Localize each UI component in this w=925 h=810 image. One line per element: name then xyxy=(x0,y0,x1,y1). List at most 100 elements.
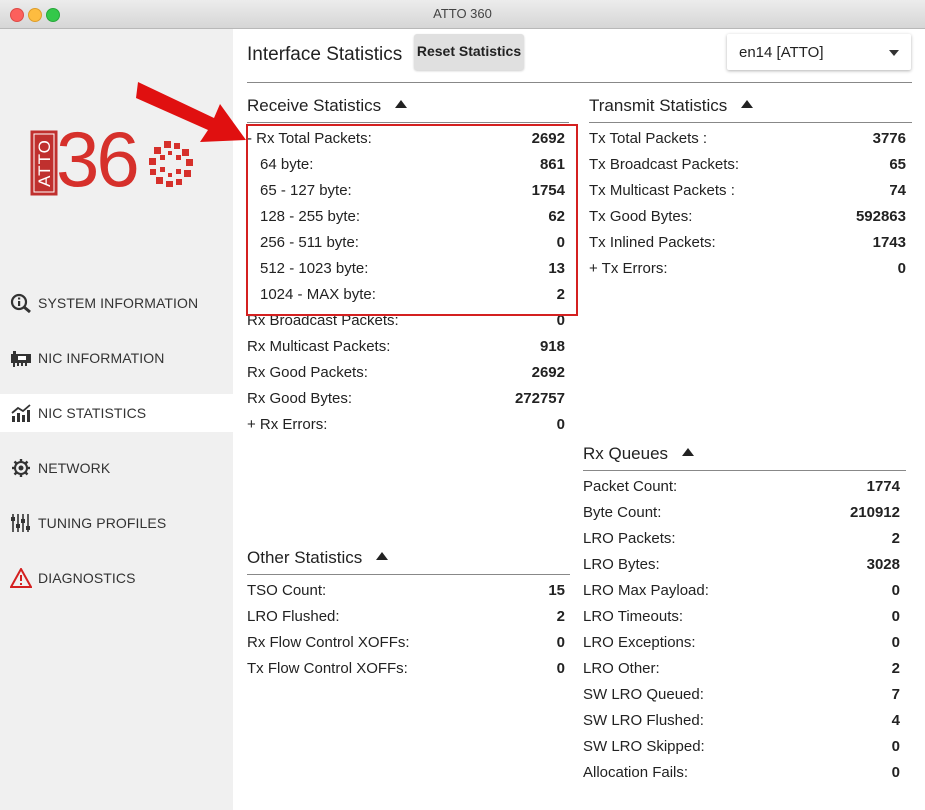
stat-label: Rx Multicast Packets: xyxy=(247,338,391,355)
stat-row: LRO Exceptions: 0 xyxy=(583,630,900,656)
stat-label: SW LRO Queued: xyxy=(583,686,704,703)
stat-label: Tx Good Bytes: xyxy=(589,208,693,225)
stat-value: 65 xyxy=(889,156,906,173)
stat-label: Tx Inlined Packets: xyxy=(589,234,716,251)
rx-queues-divider xyxy=(583,470,906,471)
stat-label: Packet Count: xyxy=(583,478,678,495)
warning-triangle-icon xyxy=(10,568,32,588)
sidebar-item-system-information[interactable]: SYSTEM INFORMATION xyxy=(0,284,233,322)
transmit-divider xyxy=(589,122,912,123)
page-title: Interface Statistics xyxy=(247,44,403,65)
network-card-icon xyxy=(11,351,31,367)
stat-value: 918 xyxy=(539,338,565,355)
stat-value: 0 xyxy=(556,416,565,433)
stat-label[interactable]: + Rx Errors: xyxy=(247,416,327,433)
stat-value: 3028 xyxy=(866,556,900,573)
stat-row: LRO Flushed: 2 xyxy=(247,604,565,630)
stat-value: 3776 xyxy=(872,130,906,147)
sidebar-item-network[interactable]: NETWORK xyxy=(0,449,233,487)
sliders-icon xyxy=(11,514,30,532)
stat-label: LRO Other: xyxy=(583,660,660,677)
sidebar-item-tuning-profiles[interactable]: TUNING PROFILES xyxy=(0,504,233,542)
other-statistics-header[interactable]: Other Statistics xyxy=(247,548,389,568)
stat-label: LRO Bytes: xyxy=(583,556,660,573)
sidebar-item-nic-statistics[interactable]: NIC STATISTICS xyxy=(0,394,233,432)
stat-label: Tx Flow Control XOFFs: xyxy=(247,660,408,677)
sidebar-item-label: TUNING PROFILES xyxy=(38,515,167,531)
stat-row: Tx Good Bytes: 592863 xyxy=(589,204,906,230)
stat-value: 2692 xyxy=(531,364,565,381)
receive-statistics-header[interactable]: Receive Statistics xyxy=(247,96,408,116)
stat-value: 2 xyxy=(891,530,900,547)
section-title: Other Statistics xyxy=(247,548,363,567)
stat-label: TSO Count: xyxy=(247,582,327,599)
stat-row: Tx Multicast Packets : 74 xyxy=(589,178,906,204)
stat-row: + Tx Errors: 0 xyxy=(589,256,906,282)
sidebar-item-nic-information[interactable]: NIC INFORMATION xyxy=(0,339,233,377)
stat-row: SW LRO Queued: 7 xyxy=(583,682,900,708)
stat-value: 0 xyxy=(556,660,565,677)
sidebar-item-label: NIC INFORMATION xyxy=(38,350,165,366)
section-title: Receive Statistics xyxy=(247,96,382,115)
stat-label: SW LRO Flushed: xyxy=(583,712,704,729)
sidebar-item-label: SYSTEM INFORMATION xyxy=(38,295,199,311)
transmit-statistics-header[interactable]: Transmit Statistics xyxy=(589,96,754,116)
stat-label: Tx Broadcast Packets: xyxy=(589,156,740,173)
stat-label: LRO Exceptions: xyxy=(583,634,696,651)
stat-row: SW LRO Skipped: 0 xyxy=(583,734,900,760)
network-gear-icon xyxy=(12,459,30,477)
stat-value: 0 xyxy=(891,582,900,599)
collapse-triangle-icon xyxy=(376,552,389,560)
statistics-chart-icon xyxy=(11,404,31,422)
stat-value: 0 xyxy=(556,634,565,651)
sidebar-item-label: NETWORK xyxy=(38,460,111,476)
section-title: Transmit Statistics xyxy=(589,96,728,115)
stat-value: 4 xyxy=(891,712,900,729)
other-divider xyxy=(247,574,570,575)
stat-value: 15 xyxy=(548,582,565,599)
stat-row: Tx Total Packets : 3776 xyxy=(589,126,906,152)
stat-value: 0 xyxy=(891,634,900,651)
reset-statistics-button[interactable]: Reset Statistics xyxy=(414,34,524,70)
stat-row: Tx Broadcast Packets: 65 xyxy=(589,152,906,178)
stat-row: Rx Good Bytes: 272757 xyxy=(247,386,565,412)
stat-value: 2 xyxy=(891,660,900,677)
info-magnifier-icon xyxy=(10,293,31,313)
stat-row: + Rx Errors: 0 xyxy=(247,412,565,438)
stat-value: 1774 xyxy=(866,478,900,495)
window-title: ATTO 360 xyxy=(433,6,492,21)
collapse-triangle-icon xyxy=(741,100,754,108)
chevron-down-icon xyxy=(889,50,899,56)
stat-label: Rx Good Bytes: xyxy=(247,390,353,407)
stat-row: Rx Good Packets: 2692 xyxy=(247,360,565,386)
stat-value: 0 xyxy=(891,738,900,755)
header-divider xyxy=(247,82,912,83)
stat-row: Rx Multicast Packets: 918 xyxy=(247,334,565,360)
stat-row: Tx Flow Control XOFFs: 0 xyxy=(247,656,565,682)
stat-label: Rx Flow Control XOFFs: xyxy=(247,634,410,651)
logo-number: 36 xyxy=(56,115,140,203)
stat-label: LRO Timeouts: xyxy=(583,608,684,625)
stat-label: Rx Good Packets: xyxy=(247,364,368,381)
stat-label: Allocation Fails: xyxy=(583,764,689,781)
stat-label: Tx Multicast Packets : xyxy=(589,182,735,199)
annotation-arrow-icon xyxy=(136,82,246,142)
rx-queues-header[interactable]: Rx Queues xyxy=(583,444,695,464)
stat-value: 2 xyxy=(556,608,565,625)
stat-value: 74 xyxy=(889,182,906,199)
stat-value: 0 xyxy=(897,260,906,277)
stat-value: 7 xyxy=(891,686,900,703)
logo-box-text: ATTO xyxy=(35,139,54,187)
interface-select-value: en14 [ATTO] xyxy=(739,44,824,61)
stat-label: SW LRO Skipped: xyxy=(583,738,705,755)
stat-value: 592863 xyxy=(855,208,906,225)
collapse-triangle-icon xyxy=(682,448,695,456)
highlight-box xyxy=(246,124,578,316)
stat-label[interactable]: + Tx Errors: xyxy=(589,260,668,277)
interface-select[interactable]: en14 [ATTO] xyxy=(727,34,911,70)
sidebar-item-diagnostics[interactable]: DIAGNOSTICS xyxy=(0,559,233,597)
stat-label: LRO Flushed: xyxy=(247,608,340,625)
stat-row: Rx Flow Control XOFFs: 0 xyxy=(247,630,565,656)
stat-row: TSO Count: 15 xyxy=(247,578,565,604)
stat-value: 210912 xyxy=(849,504,900,521)
